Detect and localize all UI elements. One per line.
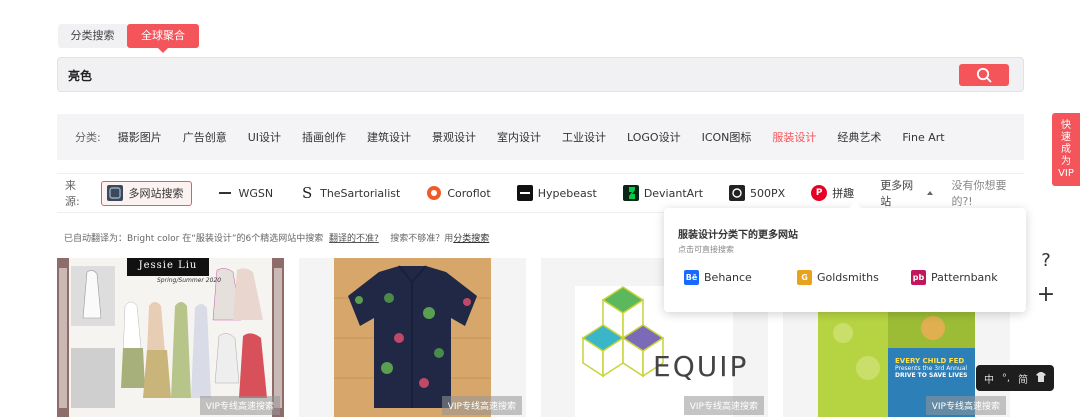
feedback-link[interactable]: 没有你想要的?!	[951, 177, 1024, 209]
category-search-link[interactable]: 分类搜索	[453, 234, 489, 244]
category-item-illustration[interactable]: 插画创作	[302, 129, 346, 145]
category-item-logo[interactable]: LOGO设计	[627, 129, 681, 145]
source-item-label: 500PX	[750, 186, 786, 200]
source-item-label: TheSartorialist	[320, 186, 401, 200]
ime-toolbar: 中 °, 简	[976, 365, 1054, 391]
poster-subline: Presents the 3rd Annual	[895, 365, 968, 372]
equip-logo-text: EQUIP	[653, 350, 749, 383]
category-item-fine-art[interactable]: Fine Art	[902, 131, 944, 144]
vip-search-tag[interactable]: VIP专线高速搜索	[199, 396, 280, 415]
source-item-label: 拼趣	[832, 187, 855, 200]
popover-subtitle: 点击可直接搜索	[678, 245, 734, 254]
tab-category-search[interactable]: 分类搜索	[58, 24, 127, 48]
patternbank-icon: pb	[911, 270, 926, 285]
tab-global-search[interactable]: 全球聚合	[127, 24, 199, 53]
search-icon	[976, 67, 992, 83]
shirt-image	[334, 258, 491, 417]
more-sites-dropdown[interactable]: 更多网站	[880, 177, 934, 209]
category-item-ui[interactable]: UI设计	[248, 129, 281, 145]
category-item-ad[interactable]: 广告创意	[183, 129, 227, 145]
more-sites-label: 更多网站	[880, 179, 914, 208]
collage-season: Spring/Summer 2020	[157, 277, 222, 284]
more-sites-popover: 服装设计分类下的更多网站 点击可直接搜索 Bē Behance G Goldsm…	[664, 202, 1026, 312]
popover-site-behance[interactable]: Bē Behance	[684, 270, 752, 285]
source-item-label: 多网站搜索	[128, 187, 184, 200]
vip-float-char: VIP	[1058, 168, 1074, 179]
source-item-pinterest[interactable]: P 拼趣	[811, 185, 854, 201]
wgsn-icon	[217, 185, 233, 201]
source-item-label: Hypebeast	[537, 186, 597, 200]
source-item-coroflot[interactable]: Coroflot	[426, 185, 491, 201]
hypebeast-icon	[516, 185, 533, 201]
search-mode-tabs: 分类搜索 全球聚合	[58, 24, 199, 53]
deviantart-icon	[622, 185, 639, 201]
source-item-deviantart[interactable]: DeviantArt	[622, 185, 704, 201]
not-enough-text: 搜索不够准？用	[390, 234, 454, 244]
ime-simplified-toggle[interactable]: 简	[1018, 371, 1028, 386]
category-item-industrial[interactable]: 工业设计	[562, 129, 606, 145]
vip-search-tag[interactable]: VIP专线高速搜索	[925, 396, 1006, 415]
popover-site-label: Patternbank	[931, 271, 998, 284]
source-label: 来源:	[65, 179, 80, 208]
wrong-translation-link[interactable]: 翻译的不准?	[329, 234, 379, 244]
coroflot-icon	[426, 185, 442, 201]
goldsmiths-icon: G	[797, 270, 812, 285]
category-bar: 分类: 摄影图片 广告创意 UI设计 插画创作 建筑设计 景观设计 室内设计 工…	[57, 114, 1024, 160]
search-box	[57, 57, 1024, 92]
source-item-sartorialist[interactable]: S TheSartorialist	[299, 185, 400, 201]
popover-site-label: Behance	[704, 271, 752, 284]
result-card[interactable]: VIP专线高速搜索	[299, 258, 526, 417]
category-item-architecture[interactable]: 建筑设计	[367, 129, 411, 145]
category-item-fashion[interactable]: 服装设计	[772, 129, 816, 145]
shirt-icon[interactable]	[1036, 371, 1047, 385]
popover-title: 服装设计分类下的更多网站	[678, 230, 798, 241]
help-icon[interactable]: ?	[1034, 250, 1058, 274]
popover-site-goldsmiths[interactable]: G Goldsmiths	[797, 270, 879, 285]
search-button[interactable]	[959, 64, 1009, 86]
source-item-hypebeast[interactable]: Hypebeast	[516, 185, 597, 201]
ime-lang-toggle[interactable]: 中	[984, 371, 994, 386]
caret-up-icon	[927, 191, 934, 195]
pinterest-icon: P	[811, 185, 828, 201]
category-item-classic-art[interactable]: 经典艺术	[837, 129, 881, 145]
vip-search-tag[interactable]: VIP专线高速搜索	[683, 396, 764, 415]
source-item-wgsn[interactable]: WGSN	[217, 185, 273, 201]
source-item-multi[interactable]: 多网站搜索	[101, 180, 193, 206]
category-item-icon[interactable]: ICON图标	[702, 129, 752, 145]
poster-headline: EVERY CHILD FED	[895, 357, 965, 365]
source-item-label: Coroflot	[447, 186, 491, 200]
category-item-photo[interactable]: 摄影图片	[118, 129, 162, 145]
ime-punct-toggle[interactable]: °,	[1002, 373, 1010, 384]
vip-float-char: 速	[1061, 132, 1071, 143]
source-bar: 来源: 多网站搜索 WGSN S TheSartorialist Coroflo…	[57, 173, 1024, 213]
source-item-500px[interactable]: 500PX	[729, 185, 785, 201]
plus-icon[interactable]: +	[1034, 282, 1058, 307]
vip-float-char: 快	[1061, 120, 1071, 131]
500px-icon	[729, 185, 746, 201]
sartorialist-icon: S	[301, 184, 313, 202]
source-item-label: WGSN	[238, 186, 274, 200]
notice-text: 已自动翻译为：Bright color 在“服装设计”的6个精选网站中搜索	[64, 234, 324, 244]
vip-search-tag[interactable]: VIP专线高速搜索	[441, 396, 522, 415]
poster-drive: DRIVE TO SAVE LIVES	[895, 372, 968, 379]
popover-site-patternbank[interactable]: pb Patternbank	[911, 270, 998, 285]
behance-icon: Bē	[684, 270, 699, 285]
vip-float-char: 成	[1061, 144, 1071, 155]
category-label: 分类:	[75, 131, 101, 144]
translation-notice: 已自动翻译为：Bright color 在“服装设计”的6个精选网站中搜索 翻译…	[64, 231, 489, 244]
poster-text: EVERY CHILD FED Presents the 3rd Annual …	[895, 357, 975, 380]
collage-title: Jessie Liu	[138, 260, 198, 271]
category-item-interior[interactable]: 室内设计	[497, 129, 541, 145]
result-card[interactable]: Jessie Liu Spring/Summer 2020 VIP专线高速搜索	[57, 258, 284, 417]
category-item-landscape[interactable]: 景观设计	[432, 129, 476, 145]
become-vip-button[interactable]: 快 速 成 为 VIP	[1052, 113, 1080, 186]
vip-float-char: 为	[1061, 156, 1071, 167]
search-input[interactable]	[68, 66, 948, 84]
source-item-label: DeviantArt	[643, 186, 704, 200]
multi-site-icon	[107, 185, 124, 201]
popover-site-label: Goldsmiths	[817, 271, 879, 284]
